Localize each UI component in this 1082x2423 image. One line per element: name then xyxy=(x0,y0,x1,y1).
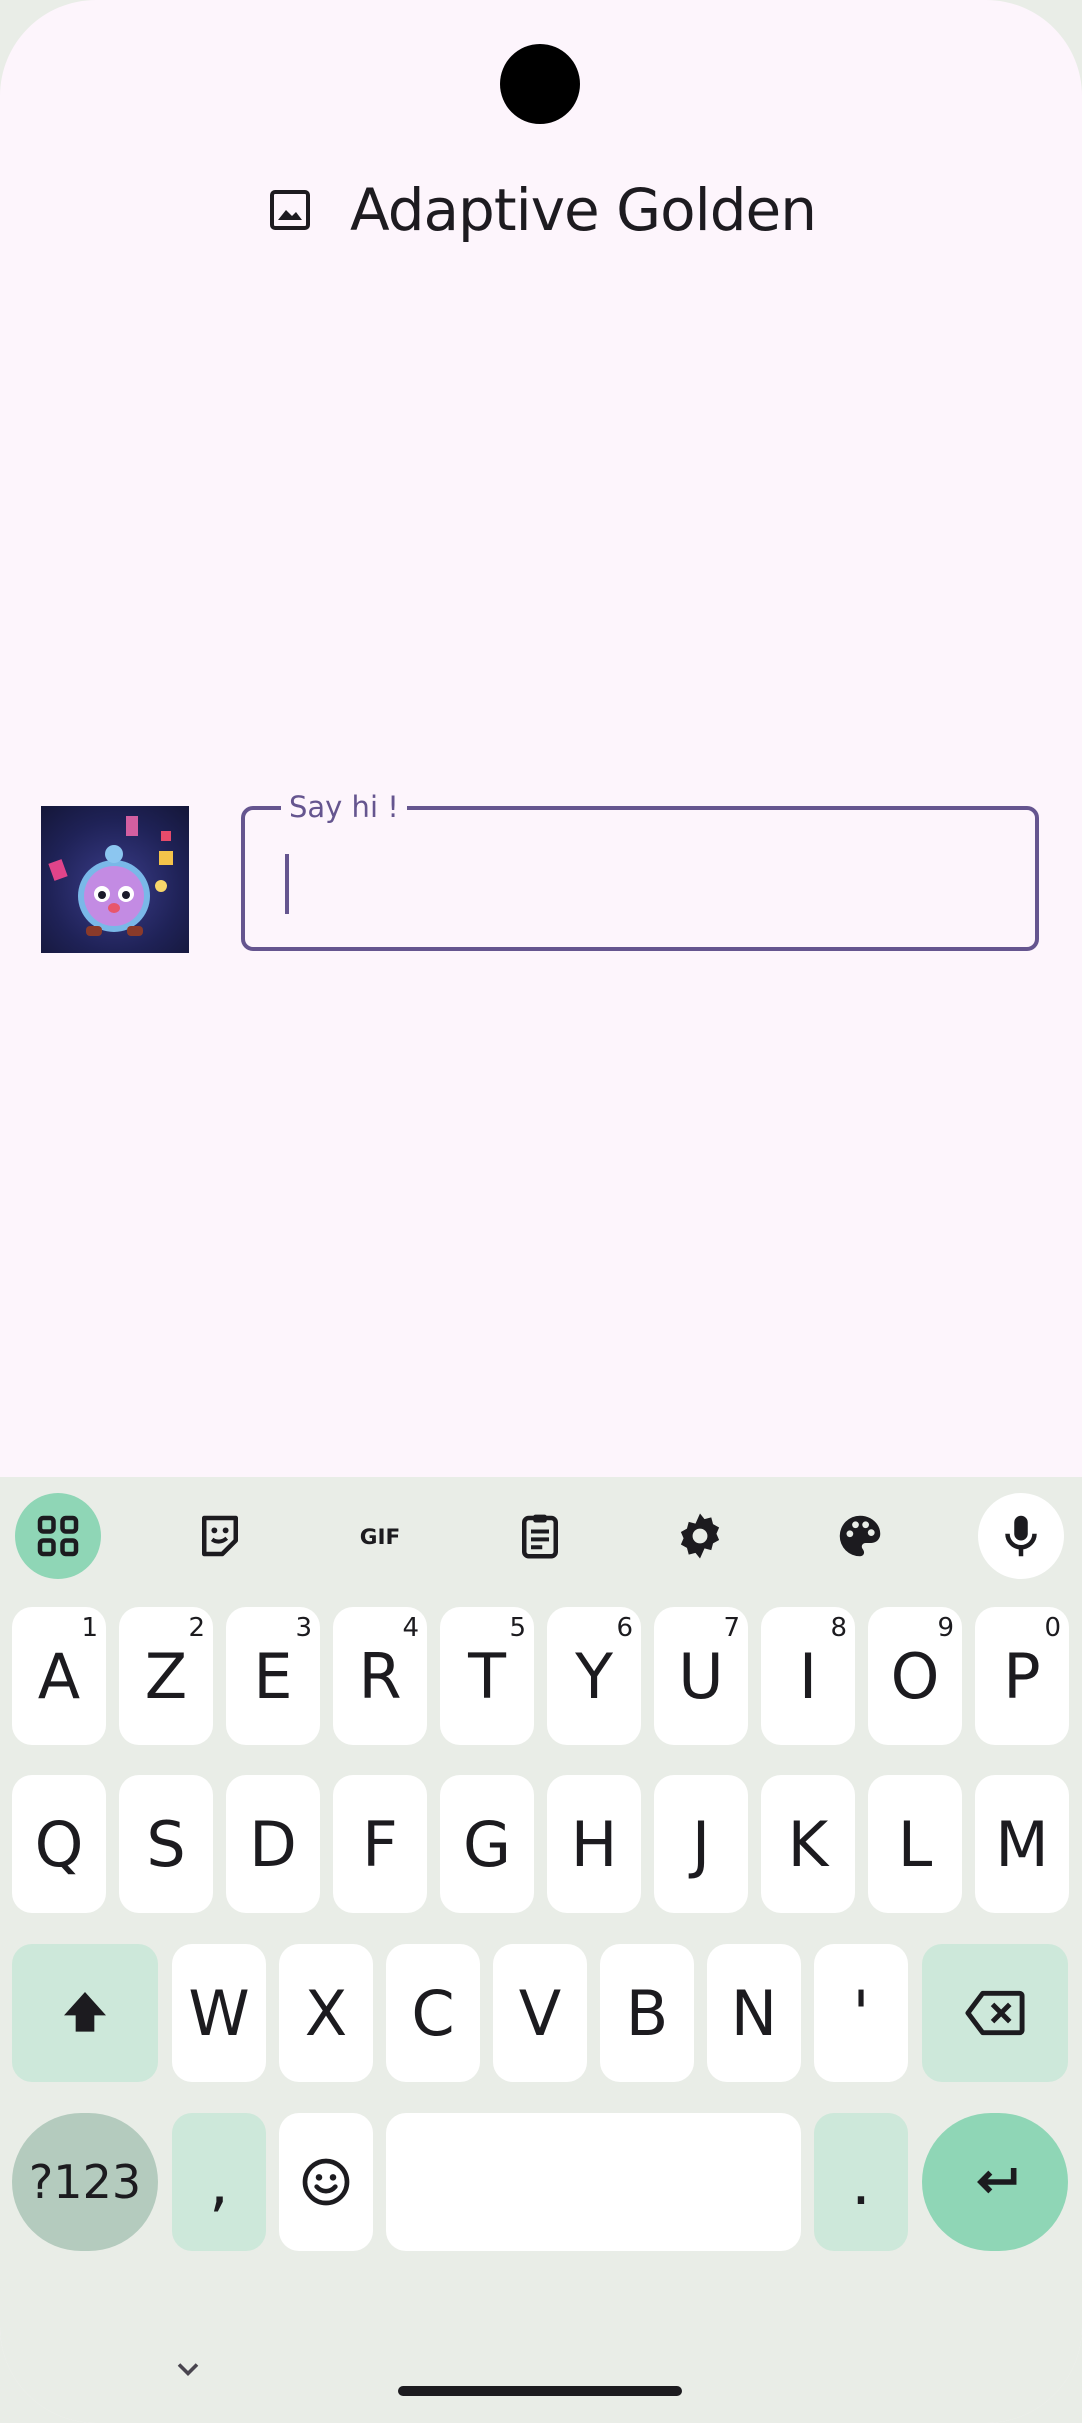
key-apostrophe[interactable]: ' xyxy=(814,1944,908,2082)
clipboard-icon[interactable] xyxy=(497,1493,583,1579)
emoji-key[interactable] xyxy=(279,2113,373,2251)
comma-key[interactable]: , xyxy=(172,2113,266,2251)
key-y[interactable]: Y6 xyxy=(547,1607,641,1745)
key-o[interactable]: O9 xyxy=(868,1607,962,1745)
key-k[interactable]: K xyxy=(761,1775,855,1913)
gif-button[interactable]: GIF xyxy=(337,1493,423,1579)
period-key[interactable]: . xyxy=(814,2113,908,2251)
backspace-key[interactable] xyxy=(922,1944,1068,2082)
key-n[interactable]: N xyxy=(707,1944,801,2082)
key-r[interactable]: R4 xyxy=(333,1607,427,1745)
key-b[interactable]: B xyxy=(600,1944,694,2082)
key-h[interactable]: H xyxy=(547,1775,641,1913)
key-p[interactable]: P0 xyxy=(975,1607,1069,1745)
symbols-key[interactable]: ?123 xyxy=(12,2113,158,2251)
message-input-label: Say hi ! xyxy=(281,790,407,824)
emoji-icon xyxy=(302,2158,350,2206)
key-c[interactable]: C xyxy=(386,1944,480,2082)
enter-icon xyxy=(977,2168,1017,2194)
key-w[interactable]: W xyxy=(172,1944,266,2082)
space-key[interactable] xyxy=(386,2113,801,2251)
key-a[interactable]: A1 xyxy=(12,1607,106,1745)
key-q[interactable]: Q xyxy=(12,1775,106,1913)
palette-icon[interactable] xyxy=(817,1493,903,1579)
shift-key[interactable] xyxy=(12,1944,158,2082)
key-x[interactable]: X xyxy=(279,1944,373,2082)
key-v[interactable]: V xyxy=(493,1944,587,2082)
settings-icon[interactable] xyxy=(657,1493,743,1579)
enter-key[interactable] xyxy=(922,2113,1068,2251)
app-bar: Adaptive Golden xyxy=(0,165,1082,255)
key-u[interactable]: U7 xyxy=(654,1607,748,1745)
camera-cutout xyxy=(500,44,580,124)
key-f[interactable]: F xyxy=(333,1775,427,1913)
keyboard-toolbar: GIF xyxy=(0,1477,1082,1587)
keyboard: GIF A1 Z2 E3 R4 T5 Y6 U7 I8 O9 P0 Q S D … xyxy=(0,1477,1082,2423)
key-d[interactable]: D xyxy=(226,1775,320,1913)
key-s[interactable]: S xyxy=(119,1775,213,1913)
message-input[interactable]: Say hi ! xyxy=(241,790,1039,951)
avatar xyxy=(41,806,189,953)
hide-keyboard-icon[interactable] xyxy=(170,2351,206,2387)
apps-grid-icon[interactable] xyxy=(15,1493,101,1579)
mic-icon[interactable] xyxy=(978,1493,1064,1579)
shift-icon xyxy=(64,1992,106,2032)
svg-text:GIF: GIF xyxy=(360,1525,401,1550)
key-e[interactable]: E3 xyxy=(226,1607,320,1745)
text-caret xyxy=(285,854,289,914)
page-title: Adaptive Golden xyxy=(350,176,817,244)
gesture-handle[interactable] xyxy=(398,2386,682,2396)
sticker-icon[interactable] xyxy=(177,1493,263,1579)
key-l[interactable]: L xyxy=(868,1775,962,1913)
key-m[interactable]: M xyxy=(975,1775,1069,1913)
key-z[interactable]: Z2 xyxy=(119,1607,213,1745)
screen: Adaptive Golden Say hi ! GIF A 1 Z 2 E 3… xyxy=(0,0,1082,2423)
key-i[interactable]: I8 xyxy=(761,1607,855,1745)
backspace-icon xyxy=(965,1990,1025,2036)
key-j[interactable]: J xyxy=(654,1775,748,1913)
key-g[interactable]: G xyxy=(440,1775,534,1913)
image-icon xyxy=(270,190,311,230)
key-t[interactable]: T5 xyxy=(440,1607,534,1745)
